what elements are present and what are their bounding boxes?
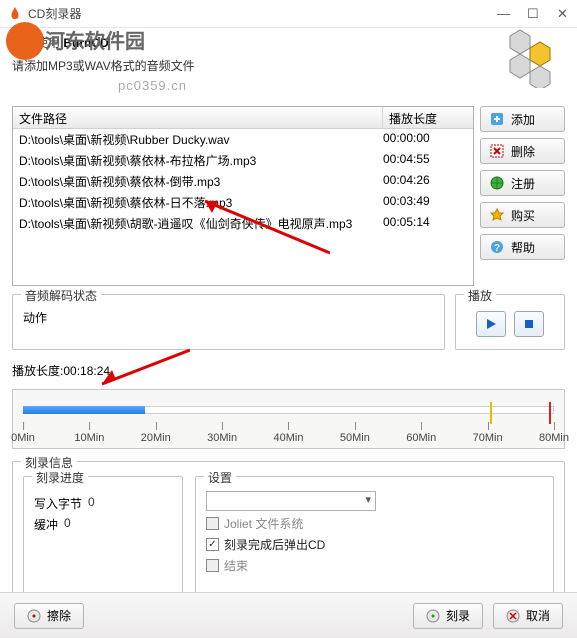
cart-icon	[489, 207, 505, 223]
erase-button[interactable]: 擦除	[14, 603, 84, 629]
burn-settings-group: 设置 Joliet 文件系统 ✓刻录完成后弹出CD 结束	[195, 476, 554, 600]
delete-button[interactable]: 删除	[480, 138, 565, 164]
file-path: D:\tools\桌面\新视频\蔡依林-布拉格广场.mp3	[19, 152, 383, 169]
bytes-value: 0	[88, 495, 95, 512]
timeline-tick: 60Min	[406, 432, 436, 444]
hexagon-decoration-icon	[475, 28, 565, 88]
timeline-label: 播放长度:00:18:24	[0, 350, 577, 383]
delete-icon	[489, 143, 505, 159]
file-row[interactable]: D:\tools\桌面\新视频\Rubber Ducky.wav00:00:00	[13, 129, 473, 150]
timeline-tick: 40Min	[274, 432, 304, 444]
checkbox-eject[interactable]: ✓	[206, 538, 219, 551]
file-path: D:\tools\桌面\新视频\胡歌-逍遥叹《仙剑奇侠传》电视原声.mp3	[19, 215, 383, 232]
disc-erase-icon	[27, 609, 41, 623]
timeline-tick: 30Min	[207, 432, 237, 444]
play-group: 播放	[455, 294, 565, 350]
file-row[interactable]: D:\tools\桌面\新视频\蔡依林-日不落.mp300:03:49	[13, 192, 473, 213]
checkbox-finalize	[206, 559, 219, 572]
file-duration: 00:04:26	[383, 173, 467, 190]
timeline-tick: 10Min	[74, 432, 104, 444]
cancel-button[interactable]: 取消	[493, 603, 563, 629]
watermark-logo	[6, 22, 44, 60]
minimize-button[interactable]: —	[497, 8, 509, 20]
window-title: CD刻录器	[28, 5, 497, 22]
timeline-tick: 50Min	[340, 432, 370, 444]
help-icon: ?	[489, 239, 505, 255]
file-list[interactable]: 文件路径 播放长度 D:\tools\桌面\新视频\Rubber Ducky.w…	[12, 106, 474, 286]
drive-dropdown[interactable]	[206, 491, 376, 511]
music-add-icon	[489, 111, 505, 127]
globe-icon	[489, 175, 505, 191]
close-button[interactable]: ✕	[557, 8, 569, 20]
burn-progress-group: 刻录进度 写入字节0 缓冲0	[23, 476, 183, 600]
timeline[interactable]: 0Min10Min20Min30Min40Min50Min60Min70Min8…	[12, 389, 565, 449]
disc-burn-icon	[426, 609, 440, 623]
column-header-path[interactable]: 文件路径	[13, 107, 383, 128]
watermark-url: pc0359.cn	[118, 78, 187, 93]
file-row[interactable]: D:\tools\桌面\新视频\胡歌-逍遥叹《仙剑奇侠传》电视原声.mp300:…	[13, 213, 473, 234]
timeline-tick: 0Min	[11, 432, 35, 444]
file-path: D:\tools\桌面\新视频\Rubber Ducky.wav	[19, 131, 383, 148]
buy-button[interactable]: 购买	[480, 202, 565, 228]
timeline-fill	[23, 406, 145, 414]
stop-icon	[523, 318, 535, 330]
maximize-button[interactable]: ☐	[527, 8, 539, 20]
app-flame-icon	[8, 7, 22, 21]
file-duration: 00:04:55	[383, 152, 467, 169]
timeline-tick: 70Min	[473, 432, 503, 444]
buffer-value: 0	[64, 516, 71, 533]
file-duration: 00:05:14	[383, 215, 467, 232]
cancel-icon	[506, 609, 520, 623]
file-path: D:\tools\桌面\新视频\蔡依林-日不落.mp3	[19, 194, 383, 211]
file-duration: 00:00:00	[383, 131, 467, 148]
help-button[interactable]: ? 帮助	[480, 234, 565, 260]
burn-info-group: 刻录信息 刻录进度 写入字节0 缓冲0 设置 Joliet 文件系统 ✓刻录完成…	[12, 461, 565, 611]
burn-button[interactable]: 刻录	[413, 603, 483, 629]
stop-button[interactable]	[514, 311, 544, 337]
file-duration: 00:03:49	[383, 194, 467, 211]
file-row[interactable]: D:\tools\桌面\新视频\蔡依林-倒带.mp300:04:26	[13, 171, 473, 192]
add-button[interactable]: 添加	[480, 106, 565, 132]
column-header-duration[interactable]: 播放长度	[383, 107, 473, 128]
svg-text:?: ?	[494, 243, 500, 254]
file-path: D:\tools\桌面\新视频\蔡依林-倒带.mp3	[19, 173, 383, 190]
file-row[interactable]: D:\tools\桌面\新视频\蔡依林-布拉格广场.mp300:04:55	[13, 150, 473, 171]
decode-status-group: 音频解码状态 动作	[12, 294, 445, 350]
checkbox-joliet	[206, 517, 219, 530]
decode-action-label: 动作	[23, 309, 434, 326]
watermark-text: 河东软件园	[45, 25, 145, 54]
register-button[interactable]: 注册	[480, 170, 565, 196]
play-button[interactable]	[476, 311, 506, 337]
timeline-tick: 20Min	[141, 432, 171, 444]
play-icon	[485, 318, 497, 330]
timeline-tick: 80Min	[539, 432, 569, 444]
